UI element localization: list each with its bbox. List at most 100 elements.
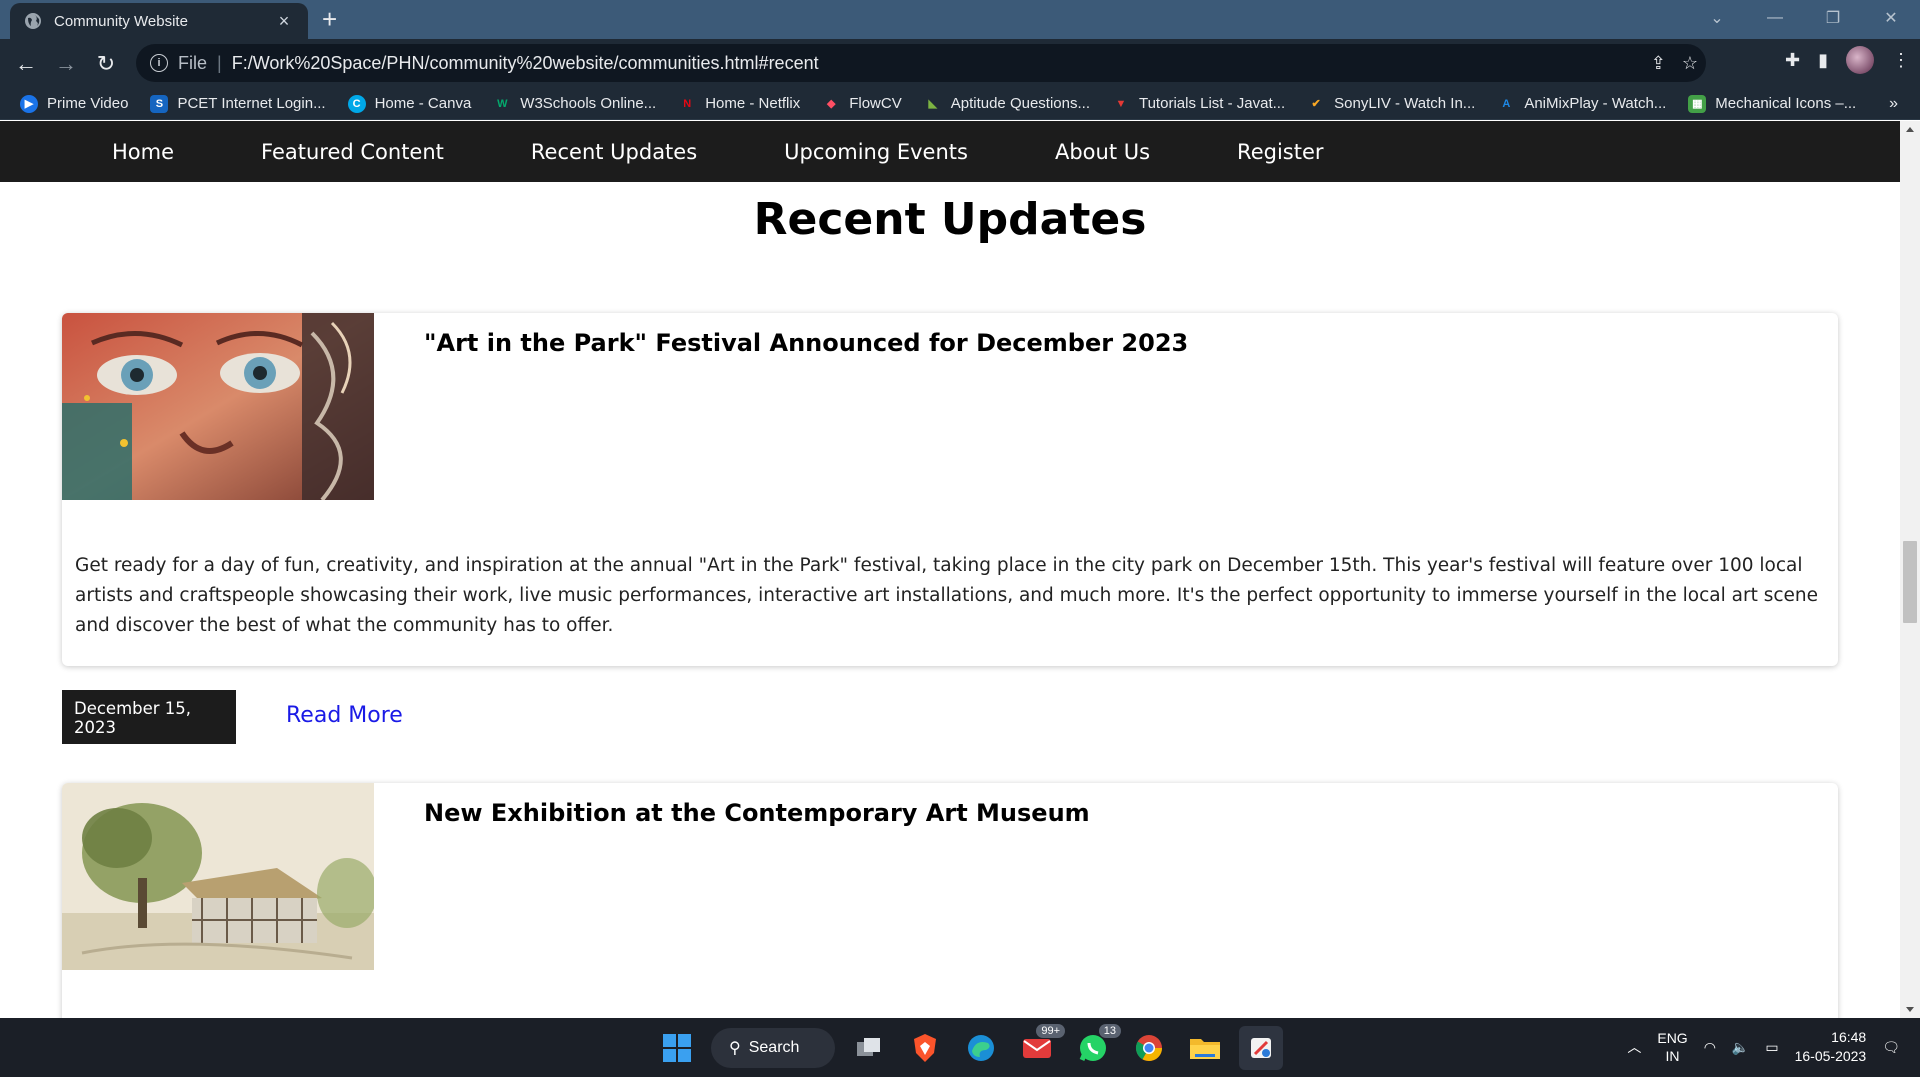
update-card: New Exhibition at the Contemporary Art M… [62, 783, 1838, 1018]
bookmark-label: Tutorials List - Javat... [1138, 95, 1286, 112]
share-icon[interactable]: ⇪ [1651, 53, 1666, 74]
info-icon[interactable]: i [150, 54, 168, 72]
browser-tab-strip: Community Website × + ⌄ — ❐ ✕ [0, 0, 1920, 39]
page-scrollbar[interactable] [1900, 121, 1920, 1018]
url-scheme-label: File [178, 52, 208, 73]
volume-icon[interactable]: 🔈 [1732, 1039, 1749, 1056]
bookmark-label: Mechanical Icons –... [1715, 95, 1857, 112]
bookmark-item[interactable]: ▦ Mechanical Icons –... [1688, 94, 1857, 113]
forward-icon[interactable]: → [46, 44, 86, 84]
file-explorer-icon[interactable] [1183, 1026, 1227, 1070]
bookmark-item[interactable]: N Home - Netflix [678, 95, 800, 113]
bookmark-item[interactable]: W W3Schools Online... [493, 95, 656, 113]
bookmark-item[interactable]: ▼ Tutorials List - Javat... [1112, 95, 1286, 113]
scroll-down-icon[interactable] [1906, 1007, 1914, 1012]
date-badge: December 15, 2023 [62, 690, 236, 744]
menu-icon[interactable]: ⋮ [1892, 50, 1910, 71]
task-view-icon[interactable] [847, 1026, 891, 1070]
mail-badge: 99+ [1036, 1024, 1065, 1038]
bookmark-favicon-icon: S [150, 94, 169, 113]
street-art-face-image [62, 313, 374, 500]
page-viewport: Home Featured Content Recent Updates Upc… [0, 121, 1900, 1018]
language-region: IN [1665, 1048, 1680, 1064]
address-bar[interactable]: i File | F:/Work%20Space/PHN/community%2… [136, 44, 1706, 82]
window-controls: ⌄ — ❐ ✕ [1688, 0, 1920, 36]
side-panel-icon[interactable]: ▮ [1818, 50, 1828, 71]
bookmark-favicon-icon: C [347, 94, 366, 113]
bookmark-star-icon[interactable]: ☆ [1682, 53, 1698, 74]
scrollbar-thumb[interactable] [1903, 541, 1917, 623]
tab-search-icon[interactable]: ⌄ [1688, 8, 1746, 28]
bookmark-label: Home - Netflix [705, 95, 801, 112]
system-tray: ︿ ENG IN ◠ 🔈 ▭ 16:48 16-05-2023 🗨 [1627, 1028, 1900, 1066]
section-title: Recent Updates [753, 194, 1147, 245]
snipping-tool-icon[interactable] [1239, 1026, 1283, 1070]
reload-icon[interactable]: ↻ [86, 44, 126, 84]
bookmark-item[interactable]: ✔ SonyLIV - Watch In... [1307, 95, 1476, 113]
nav-register[interactable]: Register [1237, 140, 1323, 164]
card-title: "Art in the Park" Festival Announced for… [424, 329, 1189, 357]
edge-browser-icon[interactable] [959, 1026, 1003, 1070]
bookmark-item[interactable]: S PCET Internet Login... [150, 94, 326, 113]
minimize-icon[interactable]: — [1746, 9, 1804, 27]
nav-upcoming-events[interactable]: Upcoming Events [784, 140, 968, 164]
site-navbar: Home Featured Content Recent Updates Upc… [0, 121, 1900, 182]
whatsapp-icon[interactable]: 13 [1071, 1024, 1121, 1070]
update-card: "Art in the Park" Festival Announced for… [62, 313, 1838, 666]
bookmark-item[interactable]: ◆ FlowCV [822, 95, 902, 113]
nav-recent-updates[interactable]: Recent Updates [531, 140, 697, 164]
bookmark-item[interactable]: A AniMixPlay - Watch... [1497, 95, 1666, 113]
card-title: New Exhibition at the Contemporary Art M… [424, 799, 1090, 827]
card-body: Get ready for a day of fun, creativity, … [75, 555, 1819, 636]
battery-icon[interactable]: ▭ [1765, 1039, 1778, 1056]
bookmark-favicon-icon: ◆ [826, 98, 836, 110]
bookmark-item[interactable]: ◣ Aptitude Questions... [924, 95, 1090, 113]
restore-icon[interactable]: ❐ [1804, 8, 1862, 28]
wifi-icon[interactable]: ◠ [1704, 1039, 1716, 1056]
taskbar-search[interactable]: ⚲ Search [711, 1028, 835, 1068]
profile-avatar[interactable] [1846, 46, 1874, 74]
close-window-icon[interactable]: ✕ [1862, 8, 1920, 28]
bookmarks-overflow-icon[interactable]: » [1889, 95, 1898, 113]
extensions-icon[interactable]: ✚ [1785, 50, 1800, 71]
new-tab-button[interactable]: + [322, 2, 337, 36]
mail-icon[interactable]: 99+ [1015, 1024, 1065, 1070]
os-taskbar: ⚲ Search 99+ 13 ︿ ENG IN ◠ 🔈 ▭ 16:48 16-… [0, 1018, 1920, 1077]
bookmark-favicon-icon: ✔ [1311, 98, 1321, 110]
brave-browser-icon[interactable] [903, 1026, 947, 1070]
nav-featured-content[interactable]: Featured Content [261, 140, 444, 164]
chevron-up-icon[interactable]: ︿ [1627, 1037, 1641, 1057]
back-icon[interactable]: ← [6, 44, 46, 84]
browser-toolbar: ← → ↻ i File | F:/Work%20Space/PHN/commu… [0, 39, 1920, 88]
read-more-link[interactable]: Read More [286, 703, 403, 728]
clock[interactable]: 16:48 16-05-2023 [1795, 1028, 1867, 1066]
nav-about-us[interactable]: About Us [1055, 140, 1150, 164]
bookmark-favicon-icon: ▶ [20, 94, 38, 113]
bookmark-label: PCET Internet Login... [177, 95, 326, 112]
language-indicator[interactable]: ENG IN [1657, 1029, 1687, 1065]
search-icon: ⚲ [729, 1040, 741, 1057]
bookmark-item[interactable]: ▶ Prime Video [20, 94, 129, 113]
scroll-up-icon[interactable] [1906, 127, 1914, 132]
toolbar-right: ✚ ▮ ⋮ [1785, 46, 1910, 74]
bookmark-label: Home - Canva [374, 95, 472, 112]
tab-close-icon[interactable]: × [274, 11, 294, 32]
url-text[interactable]: F:/Work%20Space/PHN/community%20website/… [232, 53, 819, 74]
bookmark-favicon-icon: ▦ [1688, 94, 1707, 113]
nav-home[interactable]: Home [112, 140, 174, 164]
bookmark-favicon-icon: N [683, 97, 692, 110]
browser-tab[interactable]: Community Website × [10, 3, 308, 39]
bookmark-label: AniMixPlay - Watch... [1524, 95, 1667, 112]
bookmark-label: Prime Video [47, 95, 129, 112]
bookmark-label: FlowCV [849, 95, 902, 112]
bookmark-label: W3Schools Online... [520, 95, 657, 112]
url-separator: | [217, 52, 222, 73]
chrome-icon[interactable] [1127, 1026, 1171, 1070]
bookmark-favicon-icon: A [1502, 97, 1511, 110]
bookmark-item[interactable]: C Home - Canva [347, 94, 472, 113]
tab-title: Community Website [54, 12, 188, 30]
notifications-icon[interactable]: 🗨 [1882, 1039, 1900, 1056]
windows-start-icon[interactable] [655, 1026, 699, 1070]
globe-icon [24, 12, 42, 30]
taskbar-apps: ⚲ Search 99+ 13 [655, 1024, 1283, 1070]
